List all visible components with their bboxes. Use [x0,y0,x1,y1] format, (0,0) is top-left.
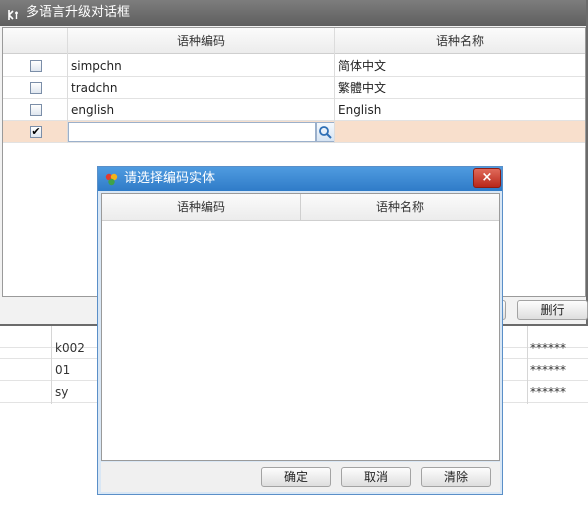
code-cell: k002 [55,341,85,355]
password-cell: ****** [530,363,566,377]
table-row[interactable]: simpchn 简体中文 [3,55,585,77]
clear-button[interactable]: 清除 [421,467,491,487]
password-cell: ****** [530,341,566,355]
column-divider [51,326,52,404]
column-header-code[interactable]: 语种编码 [102,194,301,221]
column-divider [527,326,528,404]
language-name: English [338,103,382,117]
close-button[interactable]: × [473,168,501,188]
column-header-name[interactable]: 语种名称 [301,194,499,221]
close-icon: × [481,170,493,185]
dialog-title: 请选择编码实体 [124,171,216,186]
dialog-footer: 确定 取消 清除 [101,462,500,492]
table-row[interactable]: english English [3,99,585,121]
column-header-name[interactable]: 语种名称 [335,28,585,54]
ok-button[interactable]: 确定 [261,467,331,487]
delete-row-button[interactable]: 删行 [517,300,588,320]
language-code: english [71,103,115,117]
code-cell: 01 [55,363,71,377]
dialog-titlebar[interactable]: 多语言升级对话框 [0,0,586,26]
entity-grid: 语种编码 语种名称 [101,193,500,461]
column-header-code[interactable]: 语种编码 [68,28,335,54]
search-icon [319,126,332,139]
row-checkbox[interactable] [30,60,42,72]
language-name: 繁體中文 [338,81,387,95]
language-name: 简体中文 [338,59,387,73]
editing-row[interactable]: ✔ [3,121,585,143]
checkbox-column-header[interactable] [3,28,68,54]
cancel-button[interactable]: 取消 [341,467,411,487]
password-cell: ****** [530,385,566,399]
language-code: simpchn [71,59,122,73]
column-divider [334,28,335,143]
row-checkbox[interactable] [30,82,42,94]
row-checkbox-checked[interactable]: ✔ [30,126,42,138]
select-entity-dialog: 请选择编码实体 × 语种编码 语种名称 确定 取消 清除 [97,166,503,495]
language-code-input[interactable] [68,122,316,142]
dialog-title: 多语言升级对话框 [26,5,131,20]
column-divider [67,28,68,143]
search-button[interactable] [316,122,335,142]
language-code: tradchn [71,81,118,95]
row-checkbox[interactable] [30,104,42,116]
table-row[interactable]: tradchn 繁體中文 [3,77,585,99]
code-cell: sy [55,385,69,399]
dialog-titlebar[interactable]: 请选择编码实体 × [98,167,502,191]
language-name [335,121,338,143]
